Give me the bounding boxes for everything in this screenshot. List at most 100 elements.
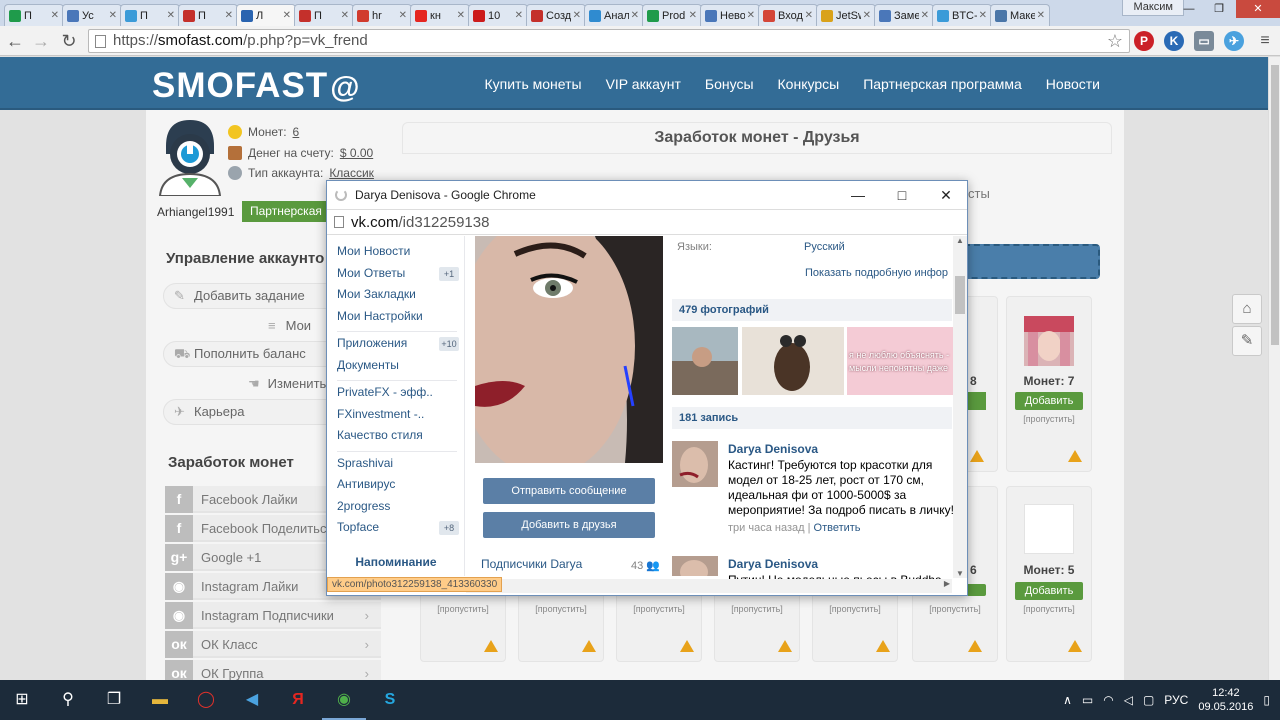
tab-close-icon[interactable]: ✕ — [341, 10, 349, 21]
k-extension-icon[interactable]: K — [1164, 31, 1184, 51]
tab-fragment[interactable]: сты — [968, 186, 990, 201]
nav-link[interactable]: Новости — [1046, 76, 1100, 92]
browser-tab[interactable]: Л ✕ — [236, 4, 296, 26]
skip-link[interactable]: [пропустить] — [1006, 414, 1092, 424]
warning-icon[interactable] — [778, 640, 792, 652]
my-tasks-link[interactable]: ≡ Мои — [268, 318, 311, 333]
nav-link[interactable]: Конкурсы — [778, 76, 840, 92]
vk-menu-item[interactable]: 2progress — [337, 499, 390, 513]
browser-tab[interactable]: Ус ✕ — [62, 4, 122, 26]
vk-menu-item[interactable]: Качество стиля — [337, 428, 423, 442]
vk-menu-item[interactable]: FXinvestment -.. — [337, 407, 424, 421]
browser-tab[interactable]: П ✕ — [294, 4, 354, 26]
tab-close-icon[interactable]: ✕ — [109, 10, 117, 21]
skip-link[interactable]: [пропустить] — [616, 604, 702, 614]
language-indicator[interactable]: РУС — [1164, 693, 1188, 707]
add-to-friends-button[interactable]: Добавить в друзья — [483, 512, 655, 538]
popup-maximize-icon[interactable]: □ — [881, 181, 923, 209]
skip-link[interactable]: [пропустить] — [812, 604, 898, 614]
address-bar[interactable]: https://smofast.com/p.php?p=vk_frend ☆ — [88, 29, 1130, 53]
volume-icon[interactable]: ◁ — [1124, 693, 1133, 707]
warning-icon[interactable] — [968, 640, 982, 652]
yandex-icon[interactable]: Я — [276, 680, 320, 720]
pinterest-icon[interactable]: P — [1134, 31, 1154, 51]
close-icon[interactable]: ✕ — [1236, 0, 1280, 18]
vk-menu-item[interactable]: Мои Настройки — [337, 309, 423, 323]
translate-icon[interactable]: ✈ — [1224, 31, 1244, 51]
vk-menu-item[interactable]: PrivateFX - эфф.. — [337, 385, 433, 399]
earn-item[interactable]: ок ОК Класс › — [165, 631, 381, 658]
tab-close-icon[interactable]: ✕ — [225, 10, 233, 21]
tab-close-icon[interactable]: ✕ — [283, 10, 291, 21]
browser-tab[interactable]: BTC- ✕ — [932, 4, 992, 26]
clock[interactable]: 12:42 09.05.2016 — [1198, 686, 1253, 714]
coins-value[interactable]: 6 — [293, 125, 300, 139]
tab-close-icon[interactable]: ✕ — [167, 10, 175, 21]
post-time[interactable]: три часа назад — [728, 522, 805, 534]
tab-close-icon[interactable]: ✕ — [805, 10, 813, 21]
speaker-app-icon[interactable]: ◀ — [230, 680, 274, 720]
tab-close-icon[interactable]: ✕ — [863, 10, 871, 21]
partner-program-button[interactable]: Партнерская п — [242, 201, 332, 222]
warning-icon[interactable] — [484, 640, 498, 652]
photo-thumb-caption[interactable]: я не люблю объяснять - мысли непонятны д… — [847, 327, 953, 395]
site-logo[interactable]: SMOFAST@ — [152, 66, 360, 106]
tab-close-icon[interactable]: ✕ — [515, 10, 523, 21]
wifi-icon[interactable]: ◠ — [1103, 693, 1113, 707]
notifications-icon[interactable]: ▯ — [1263, 693, 1270, 707]
tab-close-icon[interactable]: ✕ — [573, 10, 581, 21]
popup-scroll-thumb[interactable] — [955, 276, 965, 314]
change-link[interactable]: ☚ Изменить — [248, 376, 326, 392]
browser-tab[interactable]: JetSw✕ — [816, 4, 876, 26]
bookmark-star-icon[interactable]: ☆ — [1107, 30, 1123, 52]
languages-value[interactable]: Русский — [804, 241, 845, 253]
friend-avatar[interactable] — [1024, 316, 1074, 366]
popup-minimize-icon[interactable]: — — [837, 181, 879, 209]
browser-tab[interactable]: Анал ✕ — [584, 4, 644, 26]
popup-close-icon[interactable]: ✕ — [925, 181, 967, 209]
scroll-right-icon[interactable]: ▶ — [944, 579, 950, 588]
tab-close-icon[interactable]: ✕ — [689, 10, 697, 21]
forward-icon[interactable]: → — [30, 30, 52, 52]
start-icon[interactable]: ⊞ — [0, 680, 44, 720]
vk-menu-item[interactable]: Антивирус — [337, 477, 395, 491]
add-friend-button-partial[interactable] — [968, 392, 986, 410]
posts-header[interactable]: 181 запись — [672, 407, 952, 429]
profile-photo[interactable] — [475, 236, 663, 463]
scroll-down-icon[interactable]: ▼ — [956, 569, 964, 578]
browser-tab[interactable]: кн ✕ — [410, 4, 470, 26]
vk-menu-item[interactable]: Мои Закладки — [337, 287, 416, 301]
tab-close-icon[interactable]: ✕ — [1037, 10, 1045, 21]
add-friend-button[interactable]: Добавить — [1015, 392, 1083, 410]
browser-tab[interactable]: hr ✕ — [352, 4, 412, 26]
vk-menu-item[interactable]: Документы — [337, 358, 399, 372]
post-avatar[interactable] — [672, 441, 718, 487]
tab-close-icon[interactable]: ✕ — [399, 10, 407, 21]
browser-tab[interactable]: Заме ✕ — [874, 4, 934, 26]
photo-thumb[interactable] — [742, 327, 844, 395]
tab-close-icon[interactable]: ✕ — [979, 10, 987, 21]
skip-link[interactable]: [пропустить] — [420, 604, 506, 614]
nav-link[interactable]: Купить монеты — [484, 76, 581, 92]
friend-avatar[interactable] — [1024, 504, 1074, 554]
browser-tab[interactable]: Маке ✕ — [990, 4, 1050, 26]
tab-close-icon[interactable]: ✕ — [747, 10, 755, 21]
nav-link[interactable]: Бонусы — [705, 76, 754, 92]
tab-close-icon[interactable]: ✕ — [921, 10, 929, 21]
account-type-value[interactable]: Классик — [329, 166, 374, 180]
warning-icon[interactable] — [1068, 450, 1082, 462]
warning-icon[interactable] — [582, 640, 596, 652]
post-avatar[interactable] — [672, 556, 718, 576]
tab-close-icon[interactable]: ✕ — [631, 10, 639, 21]
search-icon[interactable]: ⚲ — [46, 680, 90, 720]
page-scroll-thumb[interactable] — [1271, 65, 1279, 345]
vk-menu-item[interactable]: Мои Ответы — [337, 266, 405, 280]
back-icon[interactable]: ← — [4, 30, 26, 52]
task-view-icon[interactable]: ❐ — [92, 680, 136, 720]
skip-link[interactable]: [пропустить] — [1006, 604, 1092, 614]
browser-tab[interactable]: 10 ✕ — [468, 4, 528, 26]
browser-tab[interactable]: Нево ✕ — [700, 4, 760, 26]
nav-link[interactable]: Партнерская программа — [863, 76, 1022, 92]
battery-icon[interactable]: ▭ — [1082, 693, 1093, 707]
page-scrollbar[interactable] — [1268, 57, 1280, 680]
